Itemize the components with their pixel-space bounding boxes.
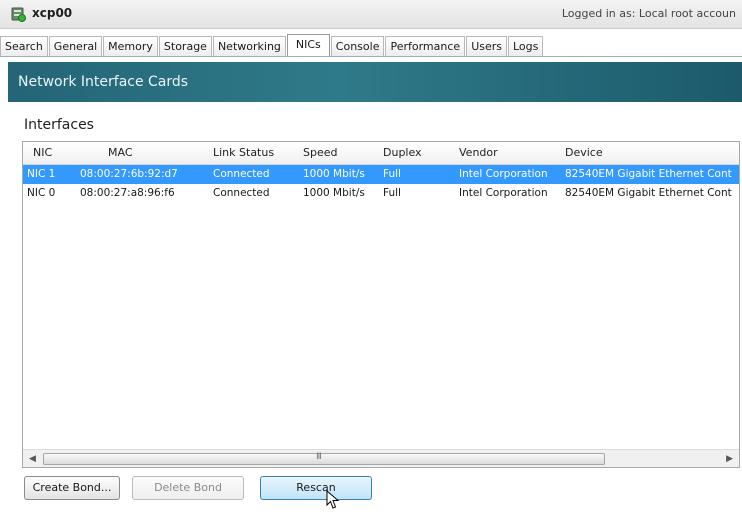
title-bar: xcp00 Logged in as: Local root accoun — [0, 0, 742, 29]
section-title: Interfaces — [24, 117, 94, 133]
rescan-button[interactable]: Rescan — [260, 476, 372, 500]
tab-bar: Search General Memory Storage Networking… — [0, 34, 742, 57]
horizontal-scrollbar[interactable]: ◀ III ▶ — [23, 449, 739, 467]
tab-users[interactable]: Users — [466, 36, 507, 57]
cell-nic: NIC 1 — [27, 168, 56, 180]
banner-title: Network Interface Cards — [18, 74, 189, 90]
scroll-right-icon[interactable]: ▶ — [726, 454, 733, 464]
host-icon — [11, 7, 26, 22]
tab-general[interactable]: General — [48, 36, 103, 57]
tab-search[interactable]: Search — [0, 36, 48, 57]
table-row[interactable]: NIC 1 08:00:27:6b:92:d7 Connected 1000 M… — [23, 165, 739, 184]
scrollbar-thumb[interactable]: III — [43, 452, 605, 465]
logged-in-status: Logged in as: Local root accoun — [561, 7, 736, 20]
cell-speed: 1000 Mbit/s — [303, 168, 365, 180]
tab-performance[interactable]: Performance — [385, 36, 466, 57]
tab-storage[interactable]: Storage — [158, 36, 212, 57]
interfaces-table: NIC MAC Link Status Speed Duplex Vendor … — [22, 141, 740, 468]
tab-nics[interactable]: NICs — [286, 34, 330, 57]
cell-mac: 08:00:27:6b:92:d7 — [80, 168, 178, 180]
page-banner: Network Interface Cards — [8, 62, 742, 102]
column-header-link-status[interactable]: Link Status — [213, 146, 274, 159]
tab-networking[interactable]: Networking — [212, 36, 286, 57]
cell-duplex: Full — [383, 187, 401, 199]
tab-logs[interactable]: Logs — [508, 36, 544, 57]
column-header-mac[interactable]: MAC — [108, 146, 133, 159]
cell-device: 82540EM Gigabit Ethernet Cont — [565, 187, 732, 199]
host-name: xcp00 — [32, 6, 73, 20]
table-row[interactable]: NIC 0 08:00:27:a8:96:f6 Connected 1000 M… — [23, 184, 739, 203]
create-bond-button[interactable]: Create Bond... — [24, 476, 120, 500]
scroll-left-icon[interactable]: ◀ — [29, 454, 36, 464]
cell-link-status: Connected — [213, 168, 270, 180]
delete-bond-button[interactable]: Delete Bond — [132, 476, 244, 500]
cell-device: 82540EM Gigabit Ethernet Cont — [565, 168, 732, 180]
column-header-speed[interactable]: Speed — [303, 146, 337, 159]
cell-nic: NIC 0 — [27, 187, 56, 199]
mouse-cursor-icon — [326, 490, 340, 509]
tab-memory[interactable]: Memory — [103, 36, 158, 57]
cell-duplex: Full — [383, 168, 401, 180]
cell-vendor: Intel Corporation — [459, 187, 548, 199]
cell-speed: 1000 Mbit/s — [303, 187, 365, 199]
cell-mac: 08:00:27:a8:96:f6 — [80, 187, 175, 199]
column-header-duplex[interactable]: Duplex — [383, 146, 422, 159]
column-header-vendor[interactable]: Vendor — [459, 146, 498, 159]
tab-console[interactable]: Console — [330, 36, 385, 57]
column-header-device[interactable]: Device — [565, 146, 603, 159]
cell-link-status: Connected — [213, 187, 270, 199]
table-header: NIC MAC Link Status Speed Duplex Vendor … — [23, 142, 739, 165]
scrollbar-grip: III — [316, 452, 322, 462]
tab-divider — [0, 56, 742, 57]
cell-vendor: Intel Corporation — [459, 168, 548, 180]
column-header-nic[interactable]: NIC — [33, 146, 52, 159]
